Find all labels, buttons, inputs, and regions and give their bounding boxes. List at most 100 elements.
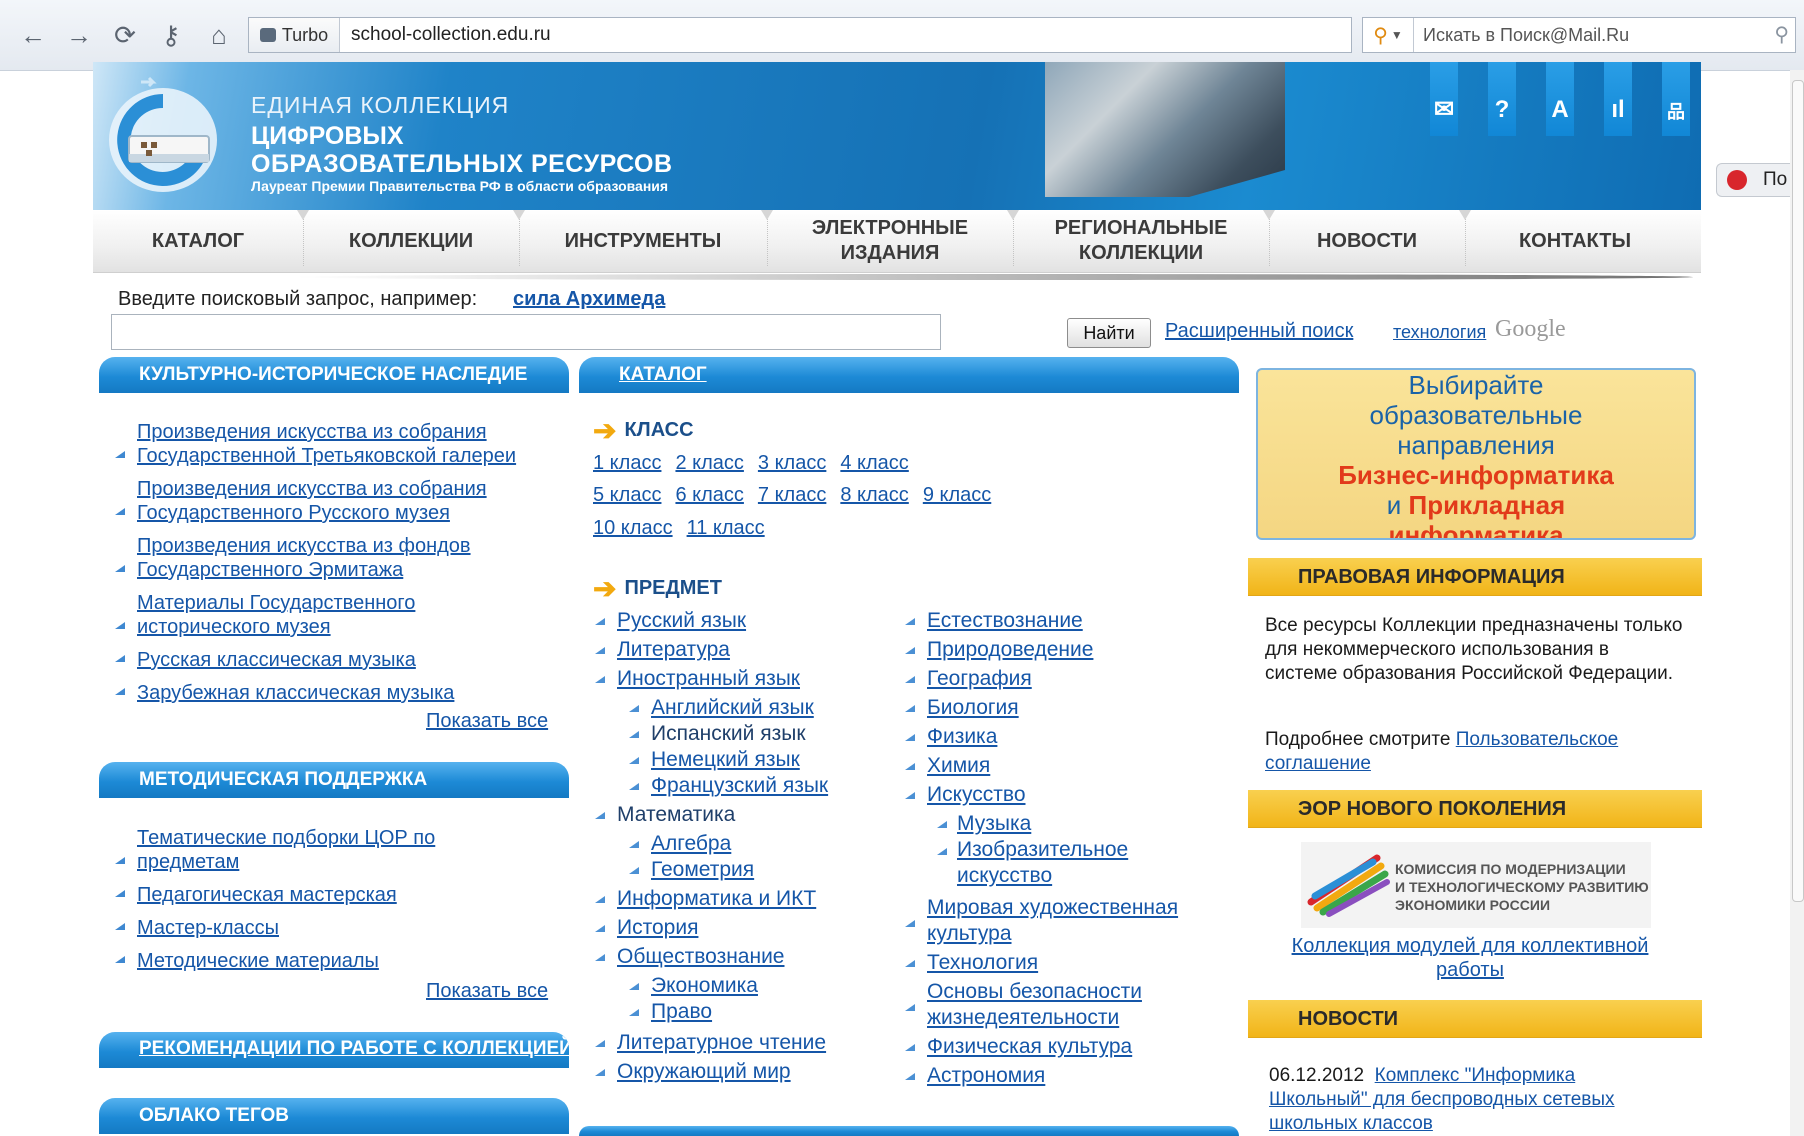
class-link[interactable]: 1 класс bbox=[593, 452, 661, 474]
subject-subitem: Экономика bbox=[591, 973, 828, 999]
bullet-icon bbox=[905, 734, 915, 741]
magnifier-icon: ⚲ bbox=[1373, 24, 1388, 47]
search-example-link[interactable]: сила Архимеда bbox=[513, 288, 665, 311]
class-link[interactable]: 8 класс bbox=[840, 484, 908, 506]
method-show-all-link[interactable]: Показать все bbox=[426, 980, 548, 1003]
subject-item: География bbox=[901, 666, 1201, 692]
menu-item-catalog[interactable]: КАТАЛОГ bbox=[93, 210, 303, 272]
bullet-icon bbox=[629, 757, 639, 764]
back-arrow-icon[interactable]: ← bbox=[16, 18, 50, 52]
bullet-icon bbox=[629, 705, 639, 712]
bullet-icon bbox=[115, 956, 125, 963]
bullet-icon bbox=[115, 655, 125, 662]
promo-banner[interactable]: Выбирайте образовательные направления Би… bbox=[1256, 368, 1696, 540]
help-icon[interactable]: ? bbox=[1488, 62, 1516, 136]
commission-logo[interactable]: КОМИССИЯ ПО МОДЕРНИЗАЦИИ И ТЕХНОЛОГИЧЕСК… bbox=[1301, 842, 1651, 928]
recommend-header[interactable]: РЕКОМЕНДАЦИИ ПО РАБОТЕ С КОЛЛЕКЦИЕЙ bbox=[99, 1032, 569, 1068]
commission-text: КОМИССИЯ ПО МОДЕРНИЗАЦИИ И ТЕХНОЛОГИЧЕСК… bbox=[1395, 861, 1649, 913]
class-link[interactable]: 10 класс bbox=[593, 517, 673, 539]
key-icon[interactable]: ⚷ bbox=[154, 18, 188, 52]
bullet-icon bbox=[115, 508, 125, 515]
news-header: НОВОСТИ bbox=[1248, 1000, 1702, 1038]
menu-item-news[interactable]: НОВОСТИ bbox=[1269, 210, 1465, 272]
subject-subitem: Немецкий язык bbox=[591, 747, 828, 773]
address-bar[interactable]: Turbo school-collection.edu.ru bbox=[248, 17, 1352, 53]
menu-item-regional-collections[interactable]: РЕГИОНАЛЬНЫЕ КОЛЛЕКЦИИ bbox=[1013, 210, 1269, 272]
menu-item-e-publications[interactable]: ЭЛЕКТРОННЫЕ ИЗДАНИЯ bbox=[767, 210, 1013, 272]
site-search-input[interactable] bbox=[111, 314, 941, 350]
subject-heading: ➔ ПРЕДМЕТ bbox=[593, 573, 722, 604]
subject-item: Иностранный язык bbox=[591, 666, 828, 692]
home-icon[interactable]: ⌂ bbox=[202, 18, 236, 52]
arrow-right-icon: ➔ bbox=[593, 573, 617, 604]
browser-search-placeholder[interactable]: Искать в Поиск@Mail.Ru bbox=[1423, 18, 1629, 52]
subject-item: Математика bbox=[591, 802, 828, 828]
bullet-icon bbox=[629, 731, 639, 738]
subject-subitem: Французский язык bbox=[591, 773, 828, 799]
class-heading: ➔ КЛАСС bbox=[593, 415, 694, 446]
chevron-down-icon: ▼ bbox=[1390, 28, 1403, 42]
forward-arrow-icon[interactable]: → bbox=[62, 18, 96, 52]
logo-line1: ЕДИНАЯ КОЛЛЕКЦИЯ bbox=[251, 92, 510, 118]
list-item: Русская классическая музыка bbox=[113, 648, 557, 672]
font-icon[interactable]: A bbox=[1546, 62, 1574, 136]
bullet-icon bbox=[905, 920, 915, 927]
advanced-search-link[interactable]: Расширенный поиск bbox=[1165, 320, 1353, 343]
menu-item-contacts[interactable]: КОНТАКТЫ bbox=[1465, 210, 1685, 272]
bullet-icon bbox=[905, 792, 915, 799]
list-item: Произведения искусства из собрания Госуд… bbox=[113, 477, 557, 525]
subject-subitem: Геометрия bbox=[591, 857, 828, 883]
search-go-icon[interactable]: ⚲ bbox=[1774, 18, 1789, 52]
subject-item: Астрономия bbox=[901, 1063, 1201, 1089]
google-tech-link[interactable]: технология bbox=[1393, 322, 1486, 343]
bullet-icon bbox=[629, 841, 639, 848]
bullet-icon bbox=[595, 647, 605, 654]
heritage-show-all-link[interactable]: Показать все bbox=[426, 710, 548, 733]
class-link[interactable]: 7 класс bbox=[758, 484, 826, 506]
logo-line2: ЦИФРОВЫХ bbox=[251, 122, 404, 150]
bullet-icon bbox=[905, 1073, 915, 1080]
subject-item: Окружающий мир bbox=[591, 1059, 828, 1085]
class-link[interactable]: 2 класс bbox=[675, 452, 743, 474]
class-link[interactable]: 9 класс bbox=[923, 484, 991, 506]
class-link[interactable]: 5 класс bbox=[593, 484, 661, 506]
logo-book-icon[interactable] bbox=[101, 76, 231, 196]
modules-collection-link[interactable]: Коллекция модулей для коллективной работ… bbox=[1265, 934, 1675, 982]
class-link[interactable]: 4 класс bbox=[840, 452, 908, 474]
arrow-right-icon: ➔ bbox=[593, 415, 617, 446]
record-icon bbox=[1727, 170, 1747, 190]
method-list: Тематические подборки ЦОР по предметам П… bbox=[113, 826, 557, 982]
stats-icon[interactable]: ıl bbox=[1604, 62, 1632, 136]
subject-item: Русский язык bbox=[591, 608, 828, 634]
logo-line3: ОБРАЗОВАТЕЛЬНЫХ РЕСУРСОВ bbox=[251, 150, 673, 178]
subject-item: Литературное чтение bbox=[591, 1030, 828, 1056]
browser-search-box[interactable]: ⚲ ▼ Искать в Поиск@Mail.Ru ⚲ bbox=[1362, 17, 1796, 53]
menu-item-collections[interactable]: КОЛЛЕКЦИИ bbox=[303, 210, 519, 272]
class-links-row2: 5 класс 6 класс 7 класс 8 класс 9 класс bbox=[593, 484, 1005, 507]
class-link[interactable]: 6 класс bbox=[675, 484, 743, 506]
menu-item-tools[interactable]: ИНСТРУМЕНТЫ bbox=[519, 210, 767, 272]
sitemap-icon[interactable]: 品 bbox=[1662, 62, 1690, 136]
scrollbar-thumb[interactable] bbox=[1792, 80, 1804, 902]
site-header: ЕДИНАЯ КОЛЛЕКЦИЯ ЦИФРОВЫХ ОБРАЗОВАТЕЛЬНЫ… bbox=[93, 62, 1701, 210]
scrollbar[interactable] bbox=[1790, 70, 1804, 1136]
method-header: МЕТОДИЧЕСКАЯ ПОДДЕРЖКА bbox=[99, 762, 569, 798]
list-item: Мастер-классы bbox=[113, 916, 557, 940]
url-text[interactable]: school-collection.edu.ru bbox=[351, 18, 551, 52]
catalog-header[interactable]: КАТАЛОГ bbox=[579, 357, 1239, 393]
reload-icon[interactable]: ⟳ bbox=[108, 18, 142, 52]
turbo-icon bbox=[259, 28, 276, 42]
class-link[interactable]: 11 класс bbox=[687, 517, 765, 539]
class-link[interactable]: 3 класс bbox=[758, 452, 826, 474]
turbo-button[interactable]: Turbo bbox=[249, 18, 340, 52]
heritage-list: Произведения искусства из собрания Госуд… bbox=[113, 420, 557, 714]
list-item: Зарубежная классическая музыка bbox=[113, 681, 557, 705]
bullet-icon bbox=[905, 676, 915, 683]
subject-subitem: Изобразительное искусство bbox=[901, 837, 1147, 889]
bullet-icon bbox=[629, 1009, 639, 1016]
mail-icon[interactable]: ✉ bbox=[1430, 62, 1458, 136]
bullet-icon bbox=[115, 890, 125, 897]
search-engine-dropdown[interactable]: ⚲ ▼ bbox=[1363, 18, 1414, 52]
find-button[interactable]: Найти bbox=[1067, 318, 1151, 348]
subject-subitem: Английский язык bbox=[591, 695, 828, 721]
